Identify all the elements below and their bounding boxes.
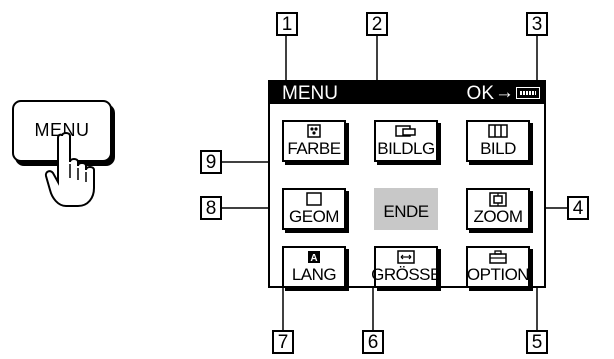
menu-item-farbe[interactable]: FARBE [282, 120, 346, 162]
menu-item-label: OPTION [466, 265, 530, 284]
picture-adjust-icon [488, 124, 508, 138]
menu-item-bildlg[interactable]: BILDLG [374, 120, 438, 162]
option-toolbox-icon [489, 250, 507, 264]
diagram: MENU MENU OK → FARBE BILDLG BILD GEOM EN… [0, 0, 614, 359]
menu-item-option[interactable]: OPTION [466, 246, 530, 288]
menu-title: MENU [282, 83, 338, 104]
menu-item-ende[interactable]: ENDE [374, 188, 438, 230]
callout-3: 3 [526, 12, 548, 36]
callout-1: 1 [276, 12, 298, 36]
size-icon [397, 250, 415, 264]
screen-position-icon [395, 125, 416, 137]
callout-7: 7 [272, 330, 294, 354]
menu-item-label: BILD [480, 139, 516, 158]
menu-item-label: GRÖSSE [371, 265, 441, 284]
menu-item-zoom[interactable]: ZOOM [466, 188, 530, 230]
language-icon: A [308, 251, 320, 264]
menu-item-label: BILDLG [377, 139, 435, 158]
callout-2: 2 [366, 12, 388, 36]
zoom-icon [489, 192, 507, 207]
menu-key-icon [516, 87, 540, 99]
callout-6: 6 [362, 330, 384, 354]
menu-item-bild[interactable]: BILD [466, 120, 530, 162]
arrow-right-icon: → [495, 82, 514, 103]
osd-menu-panel: MENU OK → FARBE BILDLG BILD GEOM ENDE ZO… [268, 80, 546, 288]
callout-9: 9 [200, 150, 222, 174]
geometry-square-icon [306, 192, 322, 206]
ok-hint: OK [466, 83, 494, 104]
color-dots-icon [307, 124, 321, 138]
svg-text:A: A [310, 253, 317, 264]
menu-item-label: ZOOM [473, 207, 524, 226]
callout-8: 8 [200, 196, 222, 220]
callout-4: 4 [567, 196, 589, 220]
menu-item-groesse[interactable]: GRÖSSE [371, 246, 441, 288]
callout-5: 5 [526, 330, 548, 354]
menu-item-lang[interactable]: A LANG [282, 246, 346, 288]
menu-title-bar: MENU OK → [270, 82, 544, 104]
menu-item-label: ENDE [383, 202, 429, 221]
menu-item-label: LANG [291, 265, 337, 284]
menu-item-geom[interactable]: GEOM [282, 188, 346, 230]
menu-item-label: GEOM [289, 207, 339, 226]
menu-item-label: FARBE [287, 139, 341, 158]
